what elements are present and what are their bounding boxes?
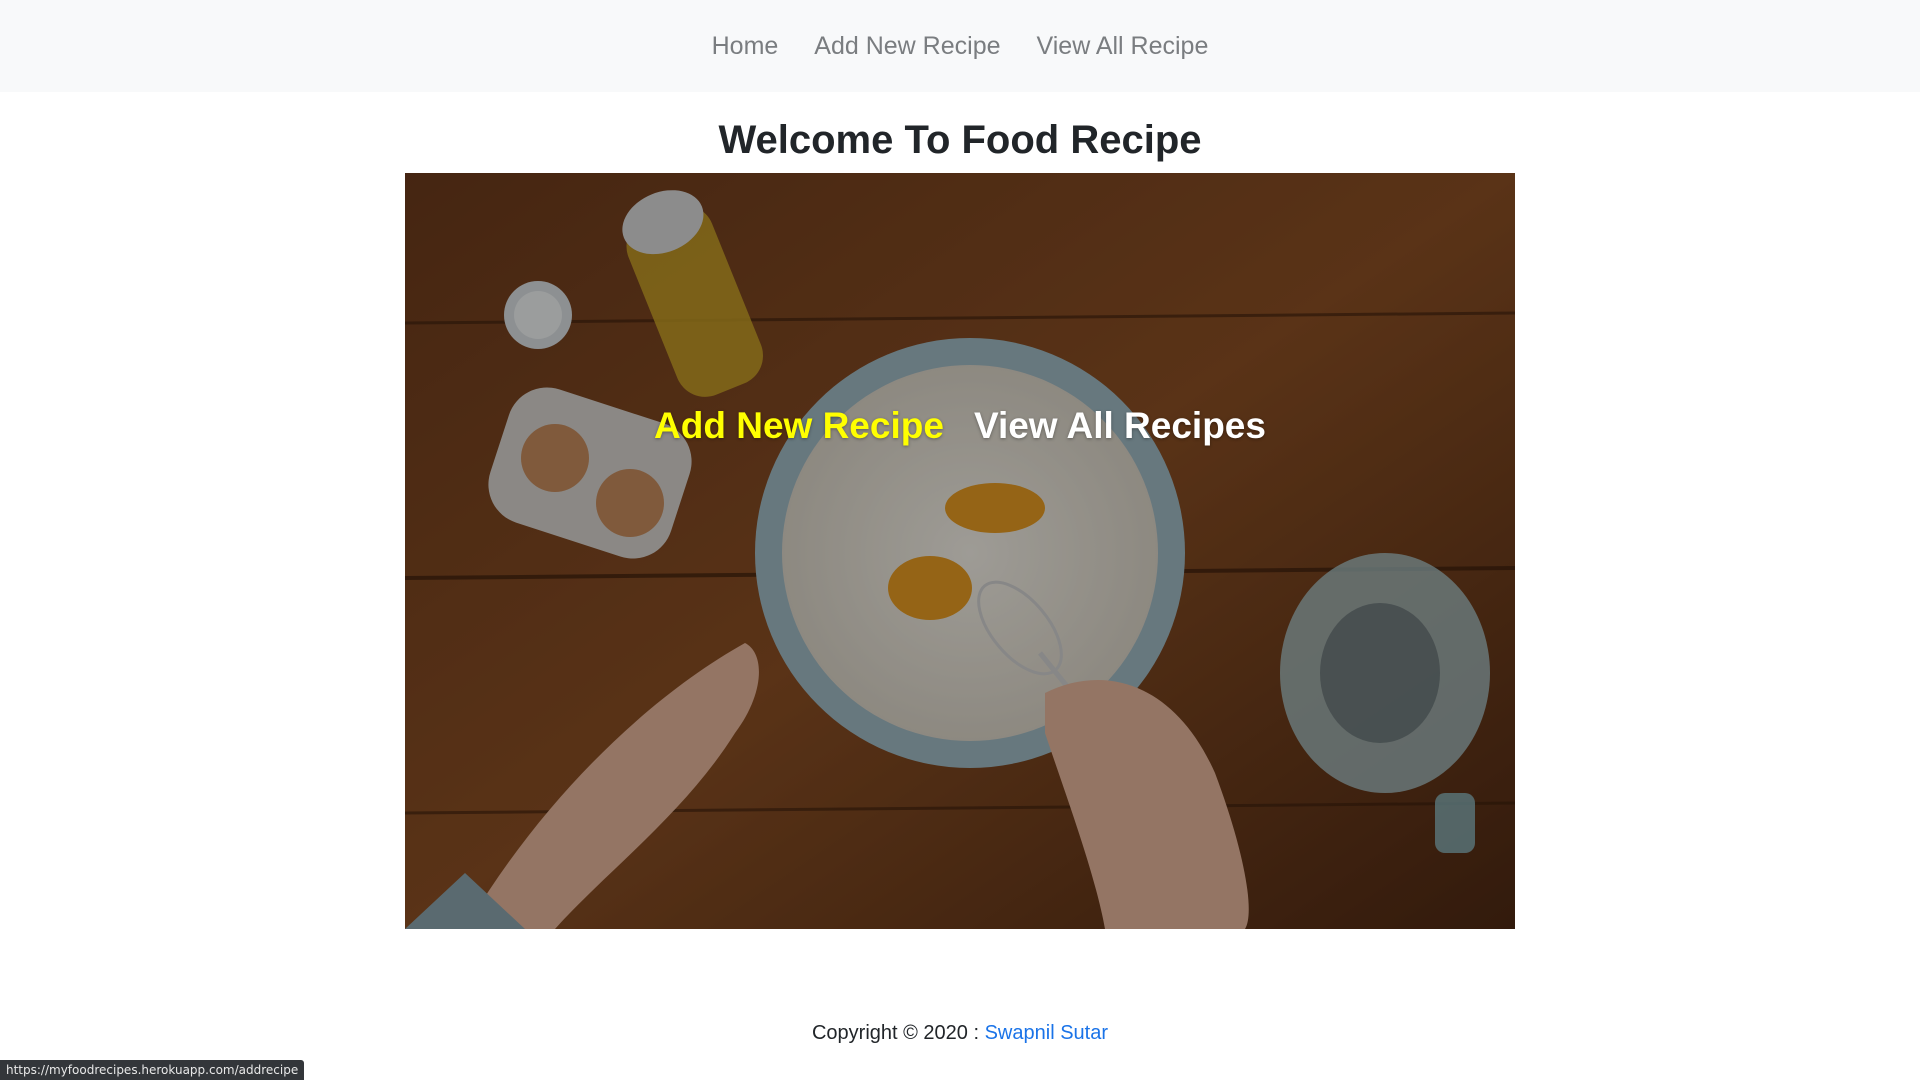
nav-home-link[interactable]: Home — [712, 32, 779, 61]
nav-view-recipes-link[interactable]: View All Recipe — [1037, 32, 1209, 61]
top-navbar: Home Add New Recipe View All Recipe — [0, 0, 1920, 92]
footer: Copyright © 2020 : Swapnil Sutar — [0, 1022, 1920, 1045]
status-bar-url: https://myfoodrecipes.herokuapp.com/addr… — [0, 1060, 305, 1080]
footer-author-link[interactable]: Swapnil Sutar — [985, 1022, 1108, 1044]
page-title: Welcome To Food Recipe — [718, 118, 1202, 162]
hero-view-recipes-link[interactable]: View All Recipes — [974, 405, 1266, 447]
hero-banner: Add New Recipe View All Recipes — [405, 173, 1515, 929]
nav-add-recipe-link[interactable]: Add New Recipe — [814, 32, 1000, 61]
hero-links: Add New Recipe View All Recipes — [405, 405, 1515, 447]
baking-photo-image — [405, 173, 1515, 929]
hero-add-recipe-link[interactable]: Add New Recipe — [654, 405, 944, 447]
footer-copyright-text: Copyright © 2020 : — [811, 1022, 985, 1044]
